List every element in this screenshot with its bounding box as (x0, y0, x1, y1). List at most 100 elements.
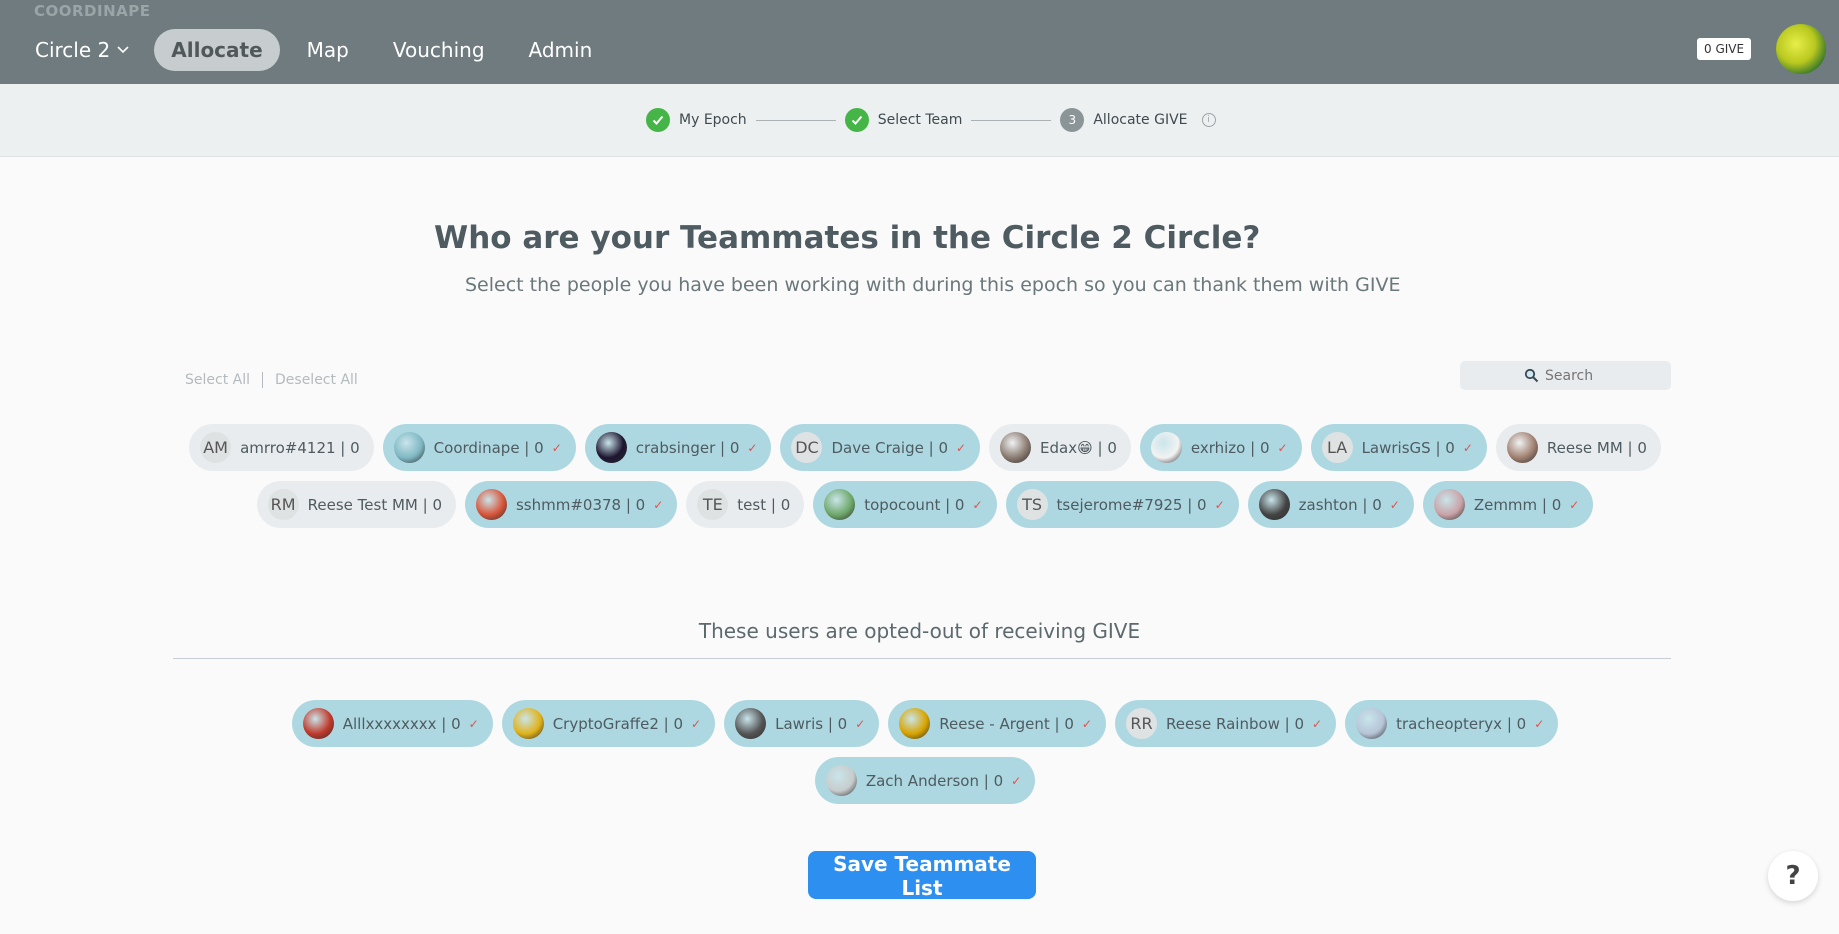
teammate-label: Reese - Argent | 0 (939, 714, 1074, 733)
avatar (899, 708, 931, 739)
avatar: RR (1125, 708, 1157, 739)
circle-selector-label: Circle 2 (35, 38, 111, 62)
teammate-label: topocount | 0 (864, 495, 965, 514)
page-title: Who are your Teammates in the Circle 2 C… (434, 220, 1261, 256)
teammate-pill[interactable]: crabsinger | 0 ✓ (584, 424, 772, 471)
check-mark-icon: ✓ (1277, 440, 1288, 455)
check-mark-icon: ✓ (855, 716, 866, 731)
teammate-pill[interactable]: DC Dave Craige | 0 ✓ (780, 424, 981, 471)
teammate-list: AM amrro#4121 | 0 Coordinape | 0 ✓ crabsinge… (180, 424, 1670, 528)
teammate-pill[interactable]: Coordinape | 0 ✓ (382, 424, 576, 471)
teammate-pill[interactable]: TE test | 0 (686, 481, 805, 528)
help-button[interactable]: ? (1768, 851, 1818, 901)
teammate-label: Lawris | 0 (775, 714, 848, 733)
avatar (1258, 489, 1290, 520)
step-select-team[interactable]: Select Team (844, 108, 962, 132)
teammate-label: Coordinape | 0 (433, 438, 544, 457)
check-mark-icon: ✓ (468, 716, 479, 731)
teammate-label: Reese Rainbow | 0 (1165, 714, 1305, 733)
teammate-pill[interactable]: Reese - Argent | 0 ✓ (888, 700, 1106, 747)
teammate-pill[interactable]: Alllxxxxxxxx | 0 ✓ (291, 700, 493, 747)
check-mark-icon: ✓ (1569, 497, 1580, 512)
divider (173, 658, 1671, 659)
search-box[interactable] (1460, 361, 1671, 390)
teammate-pill[interactable]: TS tsejerome#7925 | 0 ✓ (1005, 481, 1239, 528)
teammate-pill[interactable]: RM Reese Test MM | 0 (256, 481, 456, 528)
teammate-pill[interactable]: tracheopteryx | 0 ✓ (1345, 700, 1559, 747)
check-mark-icon: ✓ (1462, 440, 1473, 455)
teammate-label: Reese MM | 0 (1546, 438, 1647, 457)
avatar: LA (1321, 432, 1353, 463)
deselect-all-link[interactable]: Deselect All (275, 372, 358, 388)
teammate-label: amrro#4121 | 0 (240, 438, 360, 457)
avatar (475, 489, 507, 520)
nav-admin[interactable]: Admin (512, 29, 610, 71)
step-allocate-give[interactable]: 3 Allocate GIVE (1060, 108, 1188, 132)
check-icon (646, 108, 670, 132)
avatar (302, 708, 334, 739)
teammate-pill[interactable]: LA LawrisGS | 0 ✓ (1310, 424, 1487, 471)
check-mark-icon: ✓ (972, 497, 983, 512)
teammate-label: sshmm#0378 | 0 (515, 495, 646, 514)
avatar (595, 432, 627, 463)
avatar: TE (697, 489, 729, 520)
avatar: AM (200, 432, 232, 463)
teammate-pill[interactable]: AM amrro#4121 | 0 (189, 424, 374, 471)
teammate-pill[interactable]: Reese MM | 0 (1495, 424, 1661, 471)
circle-selector[interactable]: Circle 2 (26, 29, 144, 71)
teammate-label: test | 0 (737, 495, 791, 514)
teammate-label: tsejerome#7925 | 0 (1056, 495, 1207, 514)
teammate-label: exrhizo | 0 (1190, 438, 1270, 457)
user-avatar[interactable] (1776, 24, 1826, 74)
teammate-pill[interactable]: CryptoGraffe2 | 0 ✓ (501, 700, 716, 747)
avatar: DC (791, 432, 823, 463)
teammate-pill[interactable]: zashton | 0 ✓ (1247, 481, 1414, 528)
teammate-label: tracheopteryx | 0 (1396, 714, 1527, 733)
brand-logo: COORDINAPE (34, 2, 151, 20)
step-label: Allocate GIVE (1093, 112, 1188, 128)
check-mark-icon: ✓ (691, 716, 702, 731)
step-number: 3 (1060, 108, 1085, 132)
search-icon (1524, 368, 1539, 383)
teammate-pill[interactable]: Edax😁 | 0 (989, 424, 1131, 471)
teammate-pill[interactable]: RR Reese Rainbow | 0 ✓ (1114, 700, 1337, 747)
avatar (735, 708, 767, 739)
check-mark-icon: ✓ (1214, 497, 1225, 512)
teammate-label: Zach Anderson | 0 (865, 771, 1004, 790)
nav-allocate[interactable]: Allocate (154, 29, 280, 71)
select-all-link[interactable]: Select All (185, 372, 250, 388)
check-mark-icon: ✓ (653, 497, 664, 512)
top-navigation-bar: COORDINAPE Circle 2 Allocate Map Vouchin… (0, 0, 1839, 84)
avatar (512, 708, 544, 739)
teammate-pill[interactable]: Zach Anderson | 0 ✓ (814, 757, 1036, 804)
step-my-epoch[interactable]: My Epoch (646, 108, 747, 132)
chevron-down-icon (117, 46, 129, 54)
check-icon (844, 108, 869, 132)
step-label: My Epoch (679, 112, 747, 128)
opted-out-list: Alllxxxxxxxx | 0 ✓ CryptoGraffe2 | 0 ✓ Lawri… (180, 700, 1670, 804)
save-teammate-list-button[interactable]: Save Teammate List (808, 851, 1036, 900)
teammate-pill[interactable]: Zemmm | 0 ✓ (1422, 481, 1594, 528)
nav-map[interactable]: Map (290, 29, 366, 71)
main-nav: Circle 2 Allocate Map Vouching Admin (26, 29, 609, 71)
teammate-label: Zemmm | 0 (1473, 495, 1562, 514)
teammate-label: Edax😁 | 0 (1040, 438, 1117, 457)
teammate-pill[interactable]: exrhizo | 0 ✓ (1139, 424, 1302, 471)
check-mark-icon: ✓ (955, 440, 967, 455)
check-mark-icon: ✓ (1389, 497, 1400, 512)
teammate-pill[interactable]: sshmm#0378 | 0 ✓ (464, 481, 678, 528)
avatar: RM (267, 489, 299, 520)
teammate-pill[interactable]: Lawris | 0 ✓ (724, 700, 880, 747)
avatar (1000, 432, 1032, 463)
search-input[interactable] (1543, 366, 1607, 385)
teammate-pill[interactable]: topocount | 0 ✓ (813, 481, 997, 528)
teammate-label: Dave Craige | 0 (831, 438, 948, 457)
nav-vouching[interactable]: Vouching (376, 29, 502, 71)
avatar (393, 432, 425, 463)
avatar (825, 765, 857, 796)
avatar: TS (1016, 489, 1048, 520)
avatar (1356, 708, 1388, 739)
info-icon[interactable]: i (1201, 113, 1216, 127)
avatar (1433, 489, 1465, 520)
check-mark-icon: ✓ (747, 440, 758, 455)
